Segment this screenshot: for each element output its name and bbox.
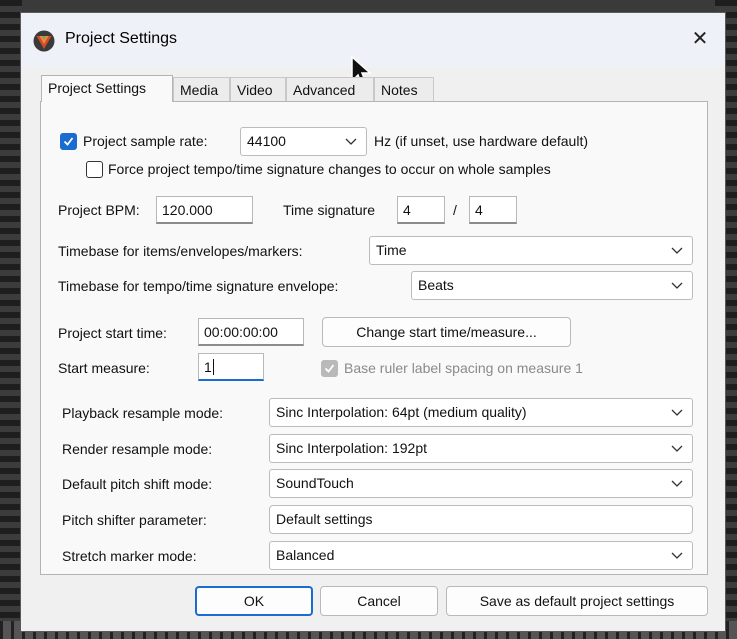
chevron-down-icon xyxy=(671,552,683,559)
change-start-time-button[interactable]: Change start time/measure... xyxy=(322,317,571,347)
base-ruler-label: Base ruler label spacing on measure 1 xyxy=(344,360,583,376)
project-settings-dialog: Project Settings ✕ Project Settings Medi… xyxy=(20,12,726,632)
time-signature-denominator-input[interactable]: 4 xyxy=(469,196,517,224)
time-signature-separator: / xyxy=(453,202,457,218)
start-measure-input[interactable]: 1 xyxy=(198,353,264,381)
close-icon: ✕ xyxy=(691,28,709,50)
chevron-down-icon xyxy=(671,480,683,487)
timebase-tempo-combo[interactable]: Beats xyxy=(411,271,693,300)
sample-rate-label: Project sample rate: xyxy=(83,133,208,149)
stretch-marker-combo[interactable]: Balanced xyxy=(269,541,693,570)
time-signature-label: Time signature xyxy=(283,202,376,218)
pitch-shift-label: Default pitch shift mode: xyxy=(62,476,213,492)
reaper-logo-icon xyxy=(33,30,55,52)
playback-resample-combo[interactable]: Sinc Interpolation: 64pt (medium quality… xyxy=(269,398,693,427)
render-resample-label: Render resample mode: xyxy=(62,441,213,457)
save-default-button[interactable]: Save as default project settings xyxy=(446,586,708,616)
tab-advanced[interactable]: Advanced xyxy=(286,77,374,101)
start-time-label: Project start time: xyxy=(58,325,167,341)
sample-rate-checkbox[interactable] xyxy=(60,133,77,150)
sample-rate-combo[interactable]: 44100 xyxy=(240,127,367,156)
background-app-left-edge xyxy=(0,0,22,639)
timebase-items-label: Timebase for items/envelopes/markers: xyxy=(58,243,303,259)
base-ruler-checkbox[interactable] xyxy=(321,360,338,377)
force-tempo-label: Force project tempo/time signature chang… xyxy=(108,161,551,177)
checkmark-icon xyxy=(324,364,335,373)
tab-media[interactable]: Media xyxy=(173,77,230,101)
pitch-param-input[interactable]: Default settings xyxy=(269,505,693,534)
stretch-marker-label: Stretch marker mode: xyxy=(62,548,197,564)
start-measure-label: Start measure: xyxy=(58,360,150,376)
pitch-shift-combo[interactable]: SoundTouch xyxy=(269,469,693,498)
tab-notes[interactable]: Notes xyxy=(374,77,434,101)
chevron-down-icon xyxy=(671,409,683,416)
start-time-input[interactable]: 00:00:00:00 xyxy=(198,318,304,346)
tab-video[interactable]: Video xyxy=(230,77,286,101)
playback-resample-label: Playback resample mode: xyxy=(62,405,224,421)
pitch-param-label: Pitch shifter parameter: xyxy=(62,512,207,528)
chevron-down-icon xyxy=(345,138,357,145)
timebase-items-combo[interactable]: Time xyxy=(369,236,693,265)
bpm-input[interactable]: 120.000 xyxy=(156,196,253,224)
text-caret xyxy=(212,359,214,375)
sample-rate-hint: Hz (if unset, use hardware default) xyxy=(374,133,588,149)
ok-button[interactable]: OK xyxy=(195,586,313,616)
chevron-down-icon xyxy=(671,282,683,289)
force-tempo-checkbox[interactable] xyxy=(86,161,103,178)
render-resample-combo[interactable]: Sinc Interpolation: 192pt xyxy=(269,434,693,463)
timebase-tempo-label: Timebase for tempo/time signature envelo… xyxy=(58,278,339,294)
cancel-button[interactable]: Cancel xyxy=(320,586,438,616)
chevron-down-icon xyxy=(671,445,683,452)
chevron-down-icon xyxy=(671,247,683,254)
checkmark-icon xyxy=(63,137,74,146)
time-signature-numerator-input[interactable]: 4 xyxy=(397,196,445,224)
bpm-label: Project BPM: xyxy=(58,202,140,218)
tab-project-settings[interactable]: Project Settings xyxy=(41,75,173,102)
window-title: Project Settings xyxy=(65,30,178,47)
close-button[interactable]: ✕ xyxy=(685,24,715,54)
tab-content-panel: Project sample rate: 44100 Hz (if unset,… xyxy=(40,101,708,575)
